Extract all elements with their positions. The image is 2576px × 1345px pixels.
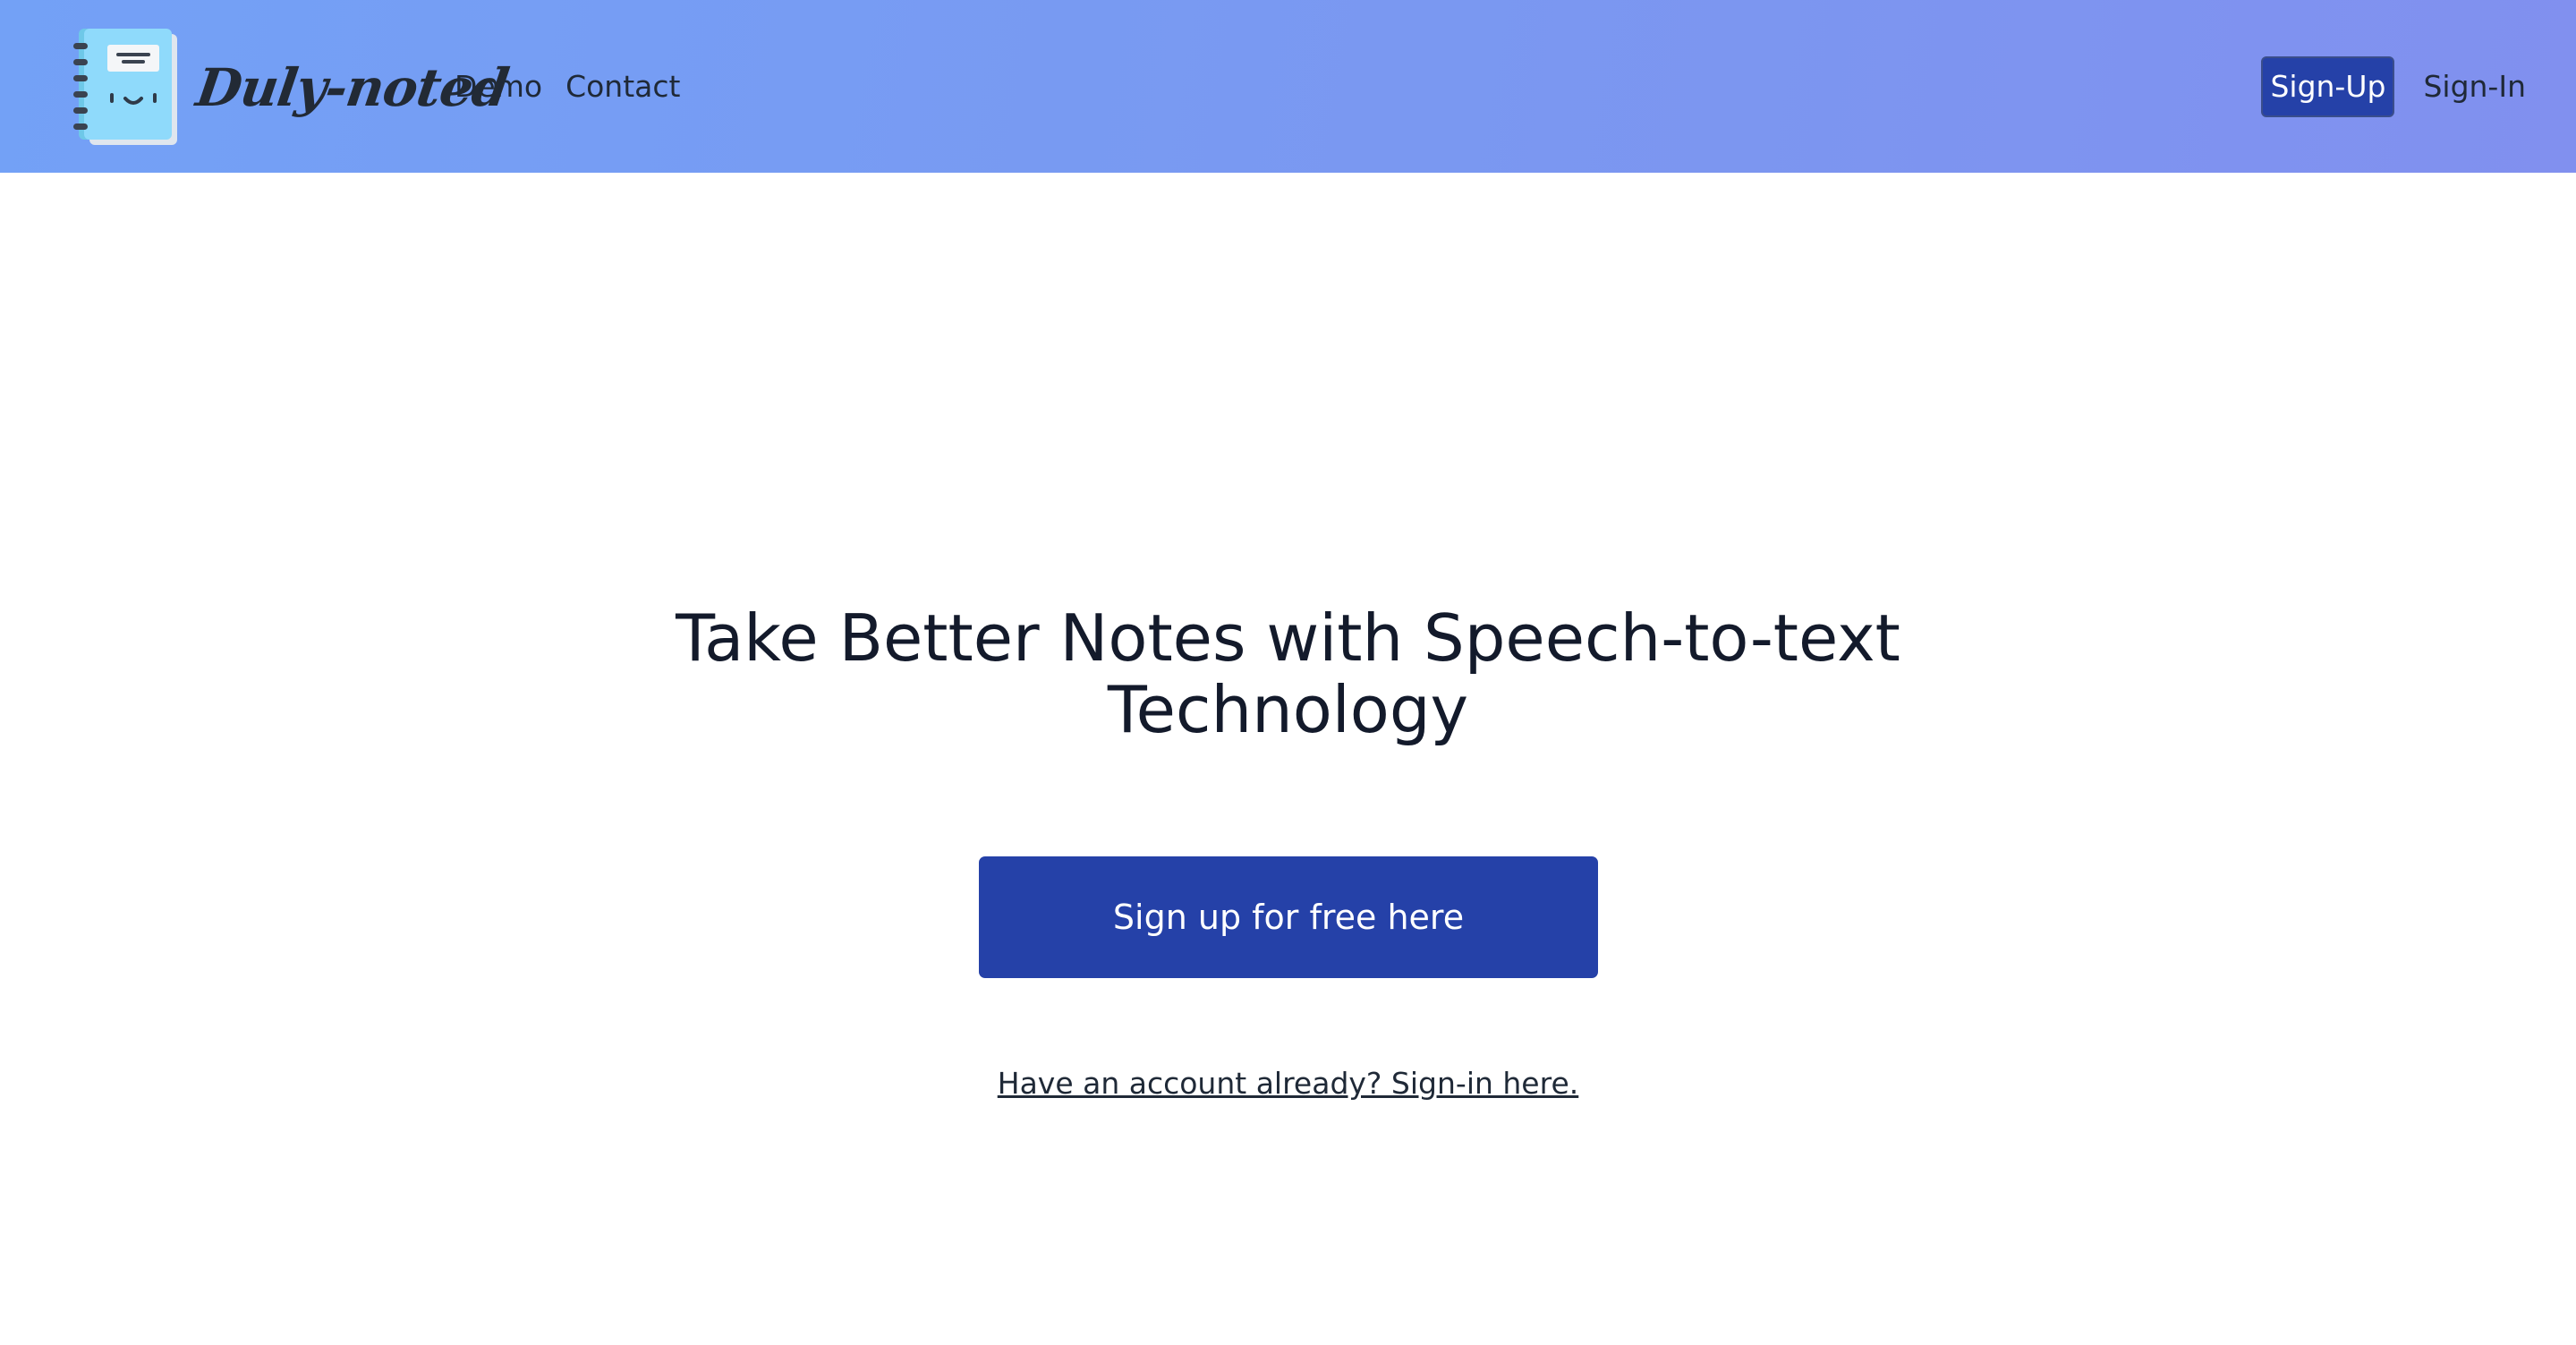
nav-link-demo[interactable]: Demo	[455, 69, 542, 104]
nav-link-contact[interactable]: Contact	[565, 69, 680, 104]
main-nav: Demo Contact	[455, 0, 680, 173]
hero-title-line-1: Take Better Notes with Speech-to-text	[676, 600, 1900, 676]
hero-section: Take Better Notes with Speech-to-text Te…	[0, 173, 2576, 1345]
notebook-icon	[73, 29, 177, 145]
navbar: Duly-noted Demo Contact Sign-Up Sign-In	[0, 0, 2576, 173]
signin-link[interactable]: Sign-In	[2423, 69, 2526, 104]
signin-here-link[interactable]: Have an account already? Sign-in here.	[998, 1066, 1579, 1101]
signup-button[interactable]: Sign-Up	[2261, 55, 2395, 117]
signin-prompt: Have an account already? Sign-in here.	[0, 1066, 2576, 1101]
signup-free-button[interactable]: Sign up for free here	[979, 856, 1598, 978]
hero-title-line-2: Technology	[1107, 672, 1469, 747]
brand-link[interactable]: Duly-noted	[72, 27, 512, 148]
hero-title: Take Better Notes with Speech-to-text Te…	[0, 602, 2576, 745]
auth-links: Sign-Up Sign-In	[2261, 0, 2526, 173]
